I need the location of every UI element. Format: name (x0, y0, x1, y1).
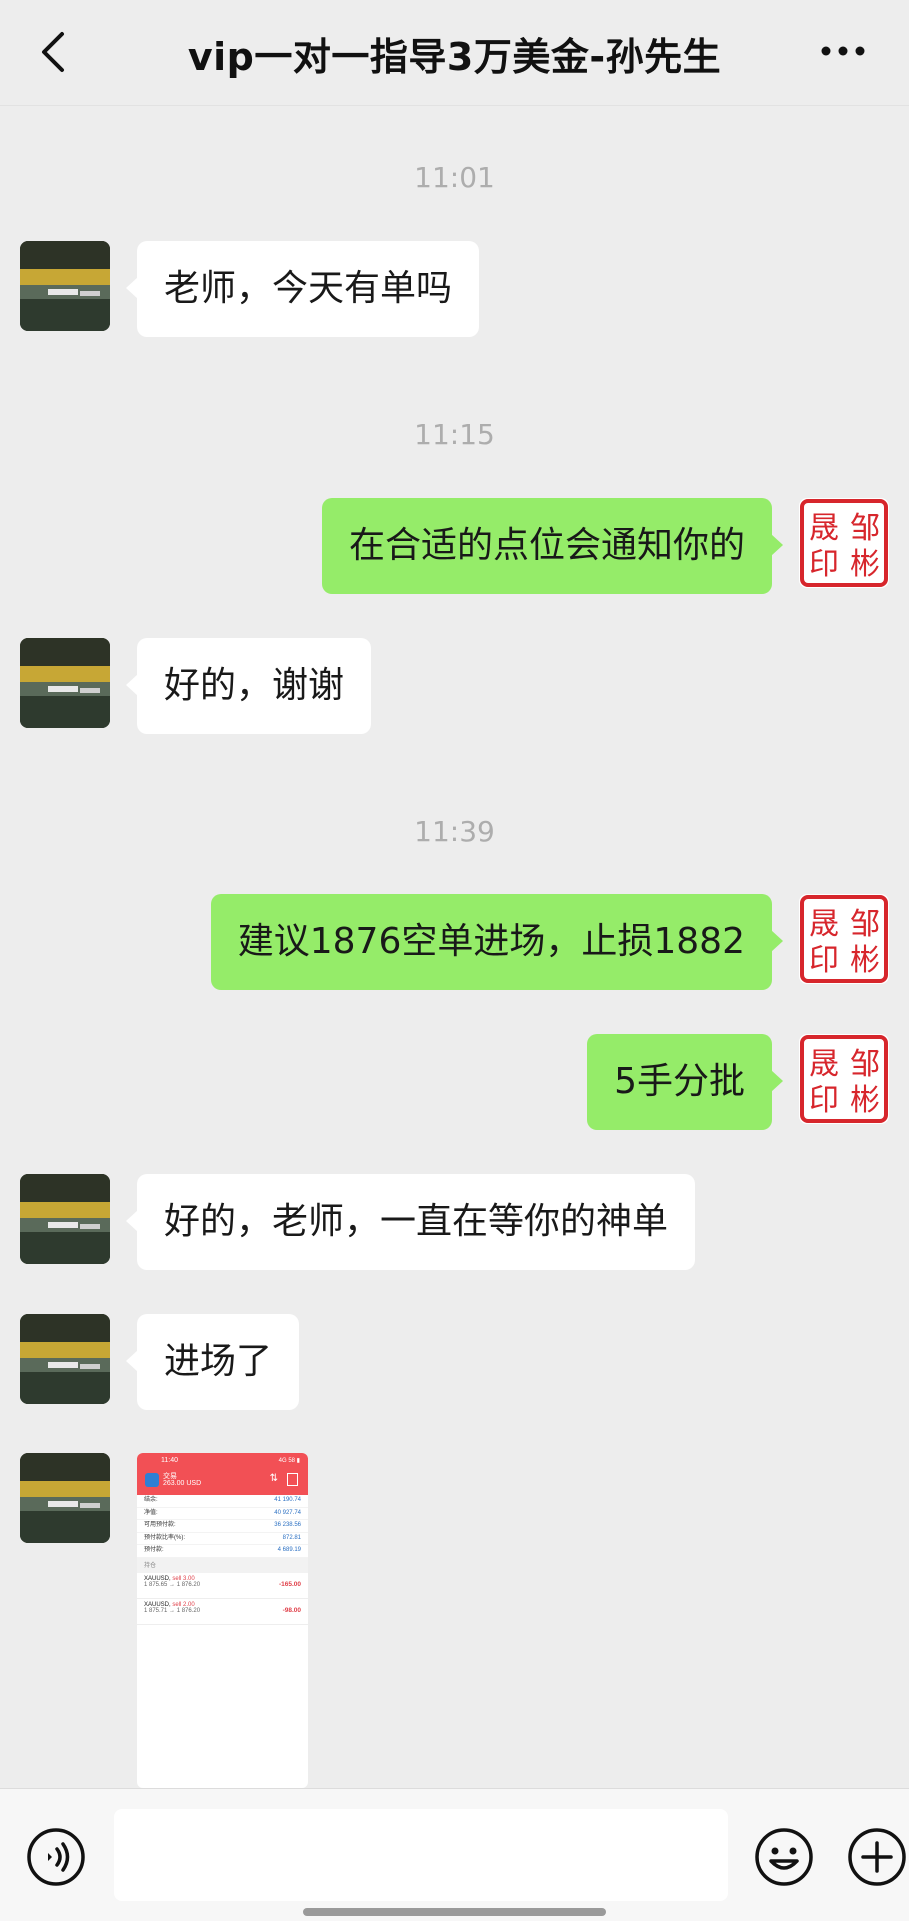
timestamp: 11:15 (414, 418, 495, 451)
home-indicator[interactable] (303, 1908, 606, 1916)
my-avatar[interactable]: 邹 彬 晟 印 (799, 1034, 889, 1124)
seal-char: 邹 (850, 907, 880, 942)
document-icon (287, 1473, 298, 1486)
timestamp: 11:01 (414, 161, 495, 194)
seal-char: 晟 (809, 511, 839, 546)
contact-avatar[interactable] (20, 638, 110, 728)
voice-icon[interactable] (26, 1827, 86, 1887)
timestamp: 11:39 (414, 815, 495, 848)
account-balance: 263.00 USD (163, 1480, 202, 1487)
screenshot-time: 11:40 (161, 1457, 178, 1464)
more-dots-icon[interactable] (819, 44, 867, 58)
seal-char: 彬 (850, 1083, 880, 1118)
message-bubble-outgoing[interactable]: 建议1876空单进场，止损1882 (210, 894, 784, 990)
contact-avatar[interactable] (20, 241, 110, 331)
plus-icon[interactable] (847, 1827, 907, 1887)
seal-char: 晟 (809, 907, 839, 942)
top-bar: vip一对一指导3万美金-孙先生 (0, 0, 909, 106)
chat-area[interactable]: 11:01 老师，今天有单吗 11:15 在合适的点位会通知你的 邹 彬 晟 印 (0, 106, 909, 1788)
contact-avatar[interactable] (20, 1453, 110, 1543)
my-avatar[interactable]: 邹 彬 晟 印 (799, 894, 889, 984)
sort-icon: ⇅ (269, 1473, 278, 1484)
seal-char: 彬 (850, 547, 880, 582)
screenshot-status: 4G 58 ▮ (278, 1458, 300, 1464)
positions-title: 持仓 (137, 1557, 308, 1573)
account-row: 结余: 41 190.74 (137, 1495, 308, 1508)
contact-avatar[interactable] (20, 1314, 110, 1404)
emoji-icon[interactable] (754, 1827, 814, 1887)
message-bubble-outgoing[interactable]: 5手分批 (587, 1034, 783, 1130)
seal-char: 邹 (850, 511, 880, 546)
my-avatar[interactable]: 邹 彬 晟 印 (799, 498, 889, 588)
contact-avatar[interactable] (20, 1174, 110, 1264)
message-bubble-incoming[interactable]: 好的，老师，一直在等你的神单 (125, 1174, 696, 1270)
message-input[interactable] (114, 1809, 728, 1901)
position-row: XAUUSD, sell 2.00 1 875.71 → 1 876.20 -9… (137, 1599, 308, 1625)
message-bubble-incoming[interactable]: 进场了 (125, 1314, 300, 1410)
seal-char: 彬 (850, 943, 880, 978)
position-row: XAUUSD, sell 3.00 1 875.65 → 1 876.20 -1… (137, 1573, 308, 1599)
message-bubble-incoming[interactable]: 老师，今天有单吗 (125, 241, 480, 337)
seal-char: 邹 (850, 1047, 880, 1082)
seal-char: 印 (809, 1083, 839, 1118)
message-bubble-incoming[interactable]: 好的，谢谢 (125, 638, 372, 734)
message-bubble-outgoing[interactable]: 在合适的点位会通知你的 (321, 498, 784, 594)
account-icon (145, 1473, 159, 1487)
account-row: 可用预付款: 36 238.56 (137, 1520, 308, 1533)
account-row: 预付款比率(%): 872.81 (137, 1533, 308, 1545)
screenshot-header: 11:40 4G 58 ▮ 交易 263.00 USD ⇅ (137, 1453, 308, 1495)
input-bar (0, 1788, 909, 1921)
image-message[interactable]: 11:40 4G 58 ▮ 交易 263.00 USD ⇅ 结余: 41 190.… (137, 1453, 308, 1788)
seal-char: 印 (809, 547, 839, 582)
chat-title: vip一对一指导3万美金-孙先生 (187, 35, 722, 79)
account-row: 预付款: 4 689.19 (137, 1545, 308, 1558)
seal-char: 晟 (809, 1047, 839, 1082)
seal-char: 印 (809, 943, 839, 978)
account-row: 净值: 40 927.74 (137, 1508, 308, 1520)
